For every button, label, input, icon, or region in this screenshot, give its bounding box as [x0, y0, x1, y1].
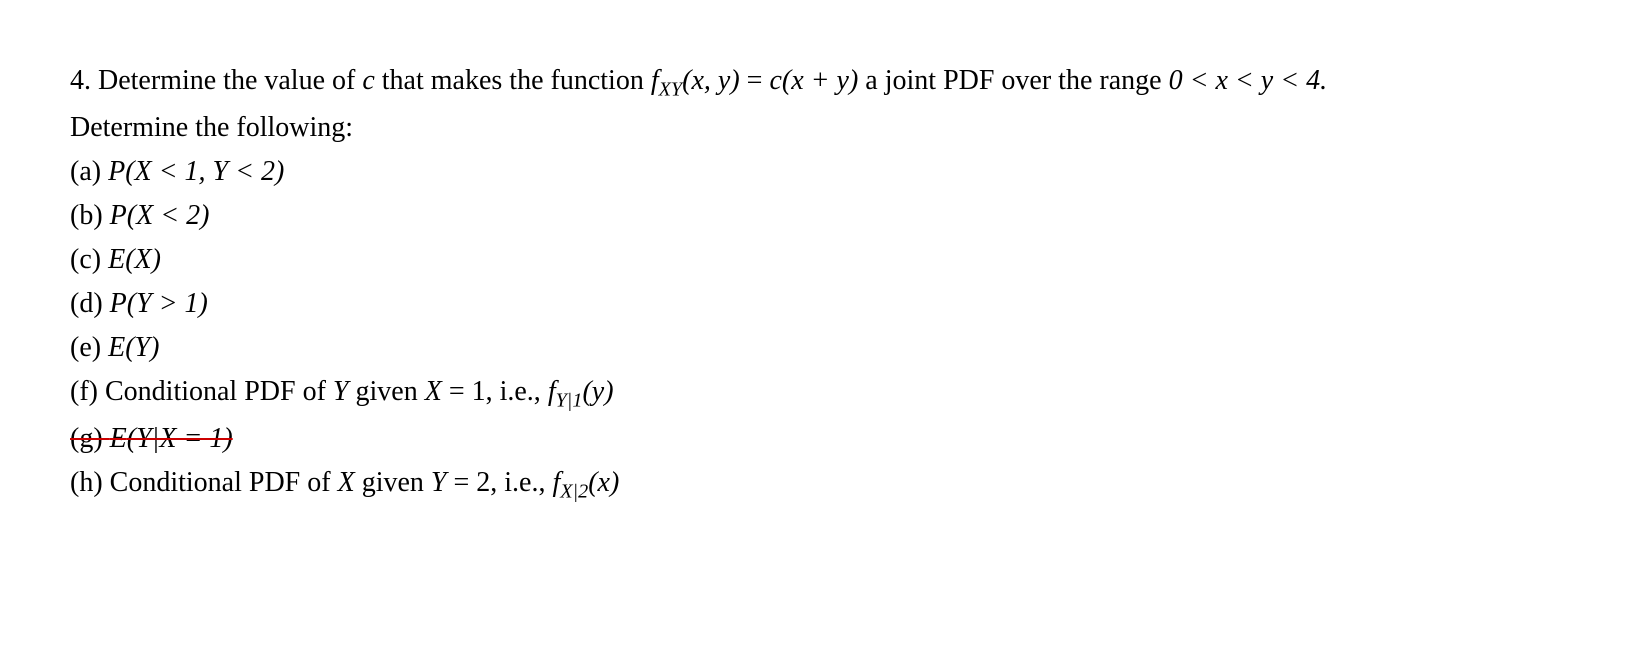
content-a: (X < 1, Y < 2) — [125, 156, 284, 187]
rhs-expression: (x + y) — [782, 65, 858, 96]
function-args: (x, y) — [682, 65, 740, 96]
variable-X: X — [338, 467, 355, 498]
label-g: (g) — [70, 423, 110, 454]
content-g: (Y|X = 1) — [127, 423, 233, 454]
label-c: (c) — [70, 244, 108, 275]
label-b: (b) — [70, 200, 110, 231]
item-g: (g) E(Y|X = 1) — [70, 418, 1564, 460]
determine-text: Determine the following: — [70, 107, 1564, 149]
problem-intro: 4. Determine the value of c that makes t… — [70, 60, 1564, 105]
content-b: (X < 2) — [127, 200, 210, 231]
eq-h: = 2, i.e., — [446, 467, 552, 498]
range-expression: 0 < x < y < 4. — [1169, 65, 1328, 96]
operator-E: E — [108, 332, 125, 363]
subscript-XY: XY — [659, 79, 683, 101]
problem-number: 4. — [70, 65, 91, 96]
operator-P: P — [110, 288, 127, 319]
content-c: (X) — [125, 244, 161, 275]
item-f: (f) Conditional PDF of Y given X = 1, i.… — [70, 371, 1564, 416]
item-e: (e) E(Y) — [70, 327, 1564, 369]
equals-sign: = — [740, 65, 770, 96]
item-b: (b) P(X < 2) — [70, 195, 1564, 237]
subscript-X2: X|2 — [560, 480, 588, 502]
content-e: (Y) — [125, 332, 159, 363]
arg-y: (y) — [582, 376, 613, 407]
label-f: (f) — [70, 376, 105, 407]
item-a: (a) P(X < 1, Y < 2) — [70, 151, 1564, 193]
operator-P: P — [108, 156, 125, 187]
label-e: (e) — [70, 332, 108, 363]
intro-text-1: Determine the value of — [98, 65, 362, 96]
label-d: (d) — [70, 288, 110, 319]
operator-E: E — [110, 423, 127, 454]
problem-4: 4. Determine the value of c that makes t… — [70, 60, 1564, 506]
operator-P: P — [110, 200, 127, 231]
arg-x: (x) — [588, 467, 619, 498]
variable-Y: Y — [333, 376, 349, 407]
variable-Y: Y — [431, 467, 447, 498]
operator-E: E — [108, 244, 125, 275]
label-a: (a) — [70, 156, 108, 187]
eq-f: = 1, i.e., — [442, 376, 548, 407]
function-f: f — [651, 65, 659, 96]
item-d: (d) P(Y > 1) — [70, 283, 1564, 325]
text-h-1: Conditional PDF of — [110, 467, 338, 498]
label-h: (h) — [70, 467, 110, 498]
variable-c: c — [362, 65, 374, 96]
content-d: (Y > 1) — [127, 288, 208, 319]
struck-label-g: (g) E(Y|X = 1) — [70, 423, 233, 454]
intro-text-2: that makes the function — [375, 65, 651, 96]
rhs-c: c — [769, 65, 781, 96]
variable-X: X — [425, 376, 442, 407]
text-f-1: Conditional PDF of — [105, 376, 333, 407]
item-c: (c) E(X) — [70, 239, 1564, 281]
item-h: (h) Conditional PDF of X given Y = 2, i.… — [70, 462, 1564, 507]
intro-text-3: a joint PDF over the range — [858, 65, 1168, 96]
subscript-Y1: Y|1 — [556, 389, 583, 411]
text-f-2: given — [348, 376, 424, 407]
text-h-2: given — [355, 467, 431, 498]
function-f: f — [548, 376, 556, 407]
